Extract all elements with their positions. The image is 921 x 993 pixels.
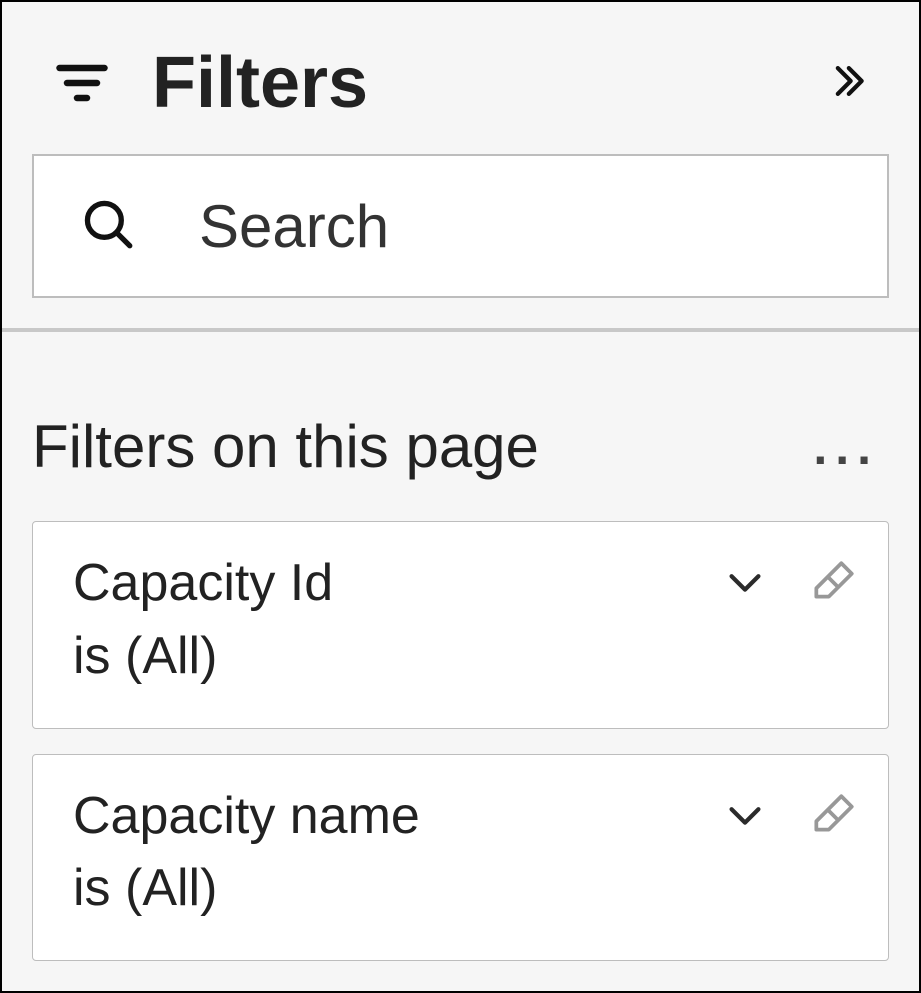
filter-card[interactable]: Capacity Id is (All) xyxy=(32,521,889,729)
search-icon xyxy=(79,195,137,258)
panel-title: Filters xyxy=(152,42,368,124)
filter-text: Capacity name is (All) xyxy=(73,780,722,926)
expand-filter-button[interactable] xyxy=(722,559,768,610)
filter-field-label: Capacity Id xyxy=(73,547,722,620)
eraser-icon xyxy=(808,827,858,844)
expand-filter-button[interactable] xyxy=(722,792,768,843)
eraser-icon xyxy=(808,594,858,611)
filter-actions xyxy=(722,790,858,845)
filters-panel: Filters Filters on this p xyxy=(0,0,921,993)
filters-section: Filters on this page ... Capacity Id is … xyxy=(2,332,919,986)
filter-actions xyxy=(722,557,858,612)
section-heading: Filters on this page ... xyxy=(32,412,889,481)
clear-filter-button[interactable] xyxy=(808,790,858,845)
chevron-down-icon xyxy=(722,592,768,609)
chevron-double-right-icon xyxy=(825,90,869,107)
filter-value-label: is (All) xyxy=(73,852,722,925)
filters-header: Filters xyxy=(2,2,919,154)
search-container xyxy=(2,154,919,328)
search-box[interactable] xyxy=(32,154,889,298)
chevron-down-icon xyxy=(722,825,768,842)
filter-value-label: is (All) xyxy=(73,620,722,693)
filter-text: Capacity Id is (All) xyxy=(73,547,722,693)
search-input[interactable] xyxy=(197,191,921,262)
section-title: Filters on this page xyxy=(32,412,803,481)
clear-filter-button[interactable] xyxy=(808,557,858,612)
filter-field-label: Capacity name xyxy=(73,780,722,853)
collapse-button[interactable] xyxy=(815,49,879,118)
filter-icon xyxy=(52,53,112,113)
filter-card[interactable]: Capacity name is (All) xyxy=(32,754,889,962)
section-more-button[interactable]: ... xyxy=(803,418,889,476)
